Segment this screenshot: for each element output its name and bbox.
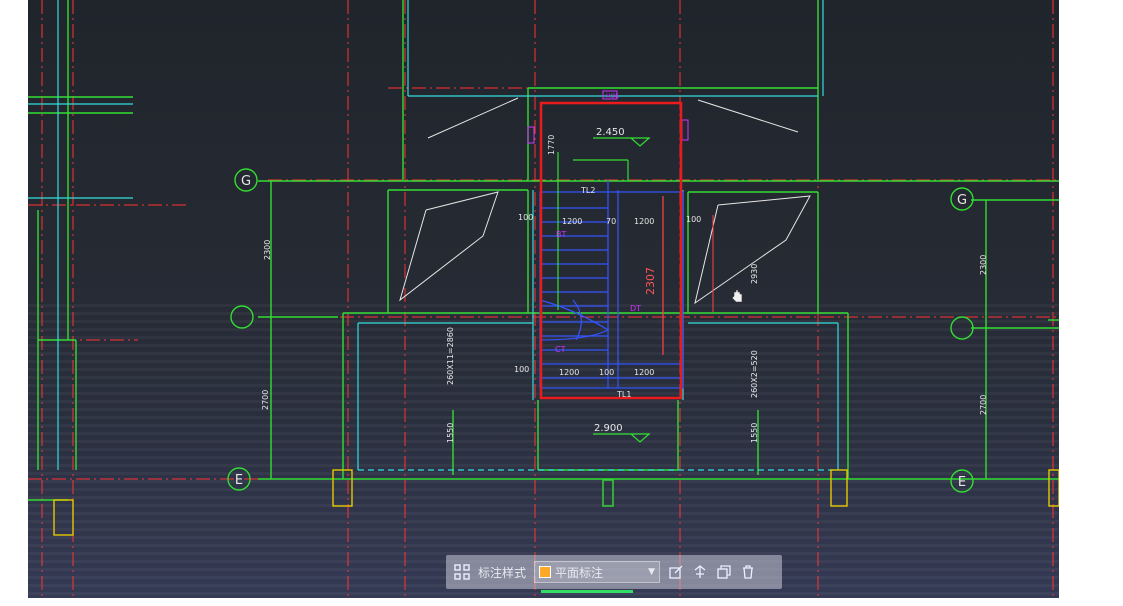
dimension-label: 100	[514, 365, 529, 374]
dimension-label: 1200	[634, 217, 654, 226]
dimension-label: 1200	[559, 368, 579, 377]
stair-label: TL2	[580, 186, 595, 195]
dimension-label: 1200	[634, 368, 654, 377]
style-select-value: 平面标注	[555, 565, 604, 580]
grid-label: G	[957, 193, 967, 208]
dimension-label: 1550	[750, 423, 759, 443]
dimension-label: 1770	[547, 135, 556, 155]
dimension-label: 2300	[979, 255, 988, 275]
toolbar-label: 标注样式	[478, 565, 527, 580]
dimension-label: 260X2=520	[750, 350, 759, 398]
copy-icon[interactable]	[716, 564, 732, 580]
dimension-label: 100	[599, 368, 614, 377]
dimension-label: 100	[686, 215, 701, 224]
dimension-label: 2300	[263, 240, 272, 260]
stair-label: CT	[555, 345, 566, 354]
dimension-label: 1550	[446, 423, 455, 443]
grid-label: G	[241, 174, 251, 189]
dimension-label: 2700	[979, 395, 988, 415]
level-label: 2.900	[594, 423, 623, 434]
style-select[interactable]: 平面标注 ▼	[534, 561, 661, 583]
toolbar-underline	[541, 590, 633, 593]
dimension-label: 1200	[562, 217, 582, 226]
grid-icon[interactable]	[454, 564, 470, 580]
annotation-toolbar: 标注样式 平面标注 ▼	[446, 555, 782, 589]
chevron-down-icon: ▼	[648, 567, 656, 577]
cad-photo: G E G E 2.450 2.900 TL2 TL1 BT CT DT 230…	[28, 0, 1059, 598]
level-label: 2.450	[596, 127, 625, 138]
split-icon[interactable]	[692, 564, 708, 580]
stair-label: 2307	[644, 267, 657, 295]
stair-label: DT	[630, 304, 641, 313]
stair-label: BT	[556, 230, 566, 239]
grid-label: E	[235, 473, 243, 488]
stair-label: HOL	[606, 93, 619, 100]
edit-icon[interactable]	[668, 564, 684, 580]
grid-label: E	[958, 475, 966, 490]
stair-label: TL1	[616, 390, 631, 399]
cad-drawing: G E G E 2.450 2.900 TL2 TL1 BT CT DT 230…	[28, 0, 1059, 598]
dimension-label: 100	[518, 213, 533, 222]
dimension-label: 70	[606, 217, 616, 226]
delete-icon[interactable]	[740, 564, 756, 580]
dimension-label: 2700	[261, 390, 270, 410]
dimension-label: 2930	[750, 264, 759, 284]
dimension-label: 260X11=2860	[446, 327, 455, 385]
color-swatch	[539, 566, 552, 578]
